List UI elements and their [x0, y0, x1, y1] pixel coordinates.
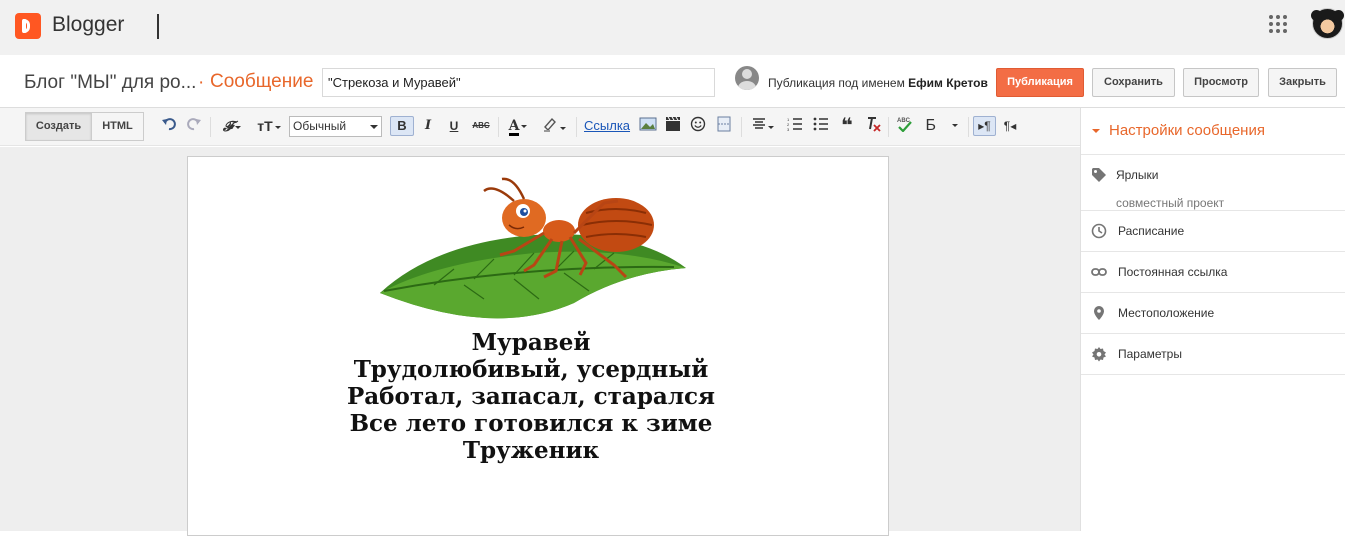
divider — [157, 14, 159, 39]
toolbar-divider — [210, 117, 211, 137]
html-mode-button[interactable]: HTML — [91, 112, 144, 141]
undo-icon[interactable] — [160, 116, 178, 136]
clear-formatting-icon[interactable] — [864, 116, 882, 136]
breadcrumb-separator: · — [198, 72, 205, 93]
publish-button[interactable]: Публикация — [996, 68, 1084, 97]
author-avatar-icon — [735, 66, 759, 90]
font-size-button[interactable]: тT — [253, 116, 285, 136]
author-name: Ефим Кретов — [908, 76, 988, 90]
ltr-direction-button[interactable]: ▸¶ — [973, 116, 996, 136]
sidebar-item-label: Ярлыки — [1116, 168, 1159, 182]
post-settings-sidebar: Настройки сообщения Ярлыки совместный пр… — [1080, 108, 1345, 531]
bold-button[interactable]: B — [390, 116, 414, 136]
insert-link-button[interactable]: Ссылка — [584, 116, 630, 136]
input-tools-label: Б — [925, 117, 937, 134]
publish-as-label: Публикация под именем — [768, 76, 905, 90]
text-color-button[interactable]: A — [504, 116, 532, 136]
location-pin-icon — [1094, 306, 1104, 320]
font-family-button[interactable]: 𝓕 — [217, 116, 247, 136]
italic-button[interactable]: I — [419, 116, 437, 136]
editor-toolbar: Создать HTML 𝓕 тT Обычный B I U ABC A Сс… — [0, 108, 1080, 146]
sidebar-item-label: Постоянная ссылка — [1118, 265, 1228, 279]
labels-value: совместный проект — [1116, 196, 1225, 210]
sidebar-item-schedule[interactable]: Расписание — [1081, 211, 1345, 252]
poem-line: Все лето готовился к зиме — [349, 410, 713, 437]
spellcheck-icon[interactable]: ABC — [895, 116, 915, 136]
top-bar: Blogger — [0, 0, 1345, 55]
sidebar-item-label: Местоположение — [1118, 306, 1215, 320]
toolbar-divider — [576, 117, 577, 137]
poem-line: Муравей — [471, 329, 591, 356]
align-center-icon — [753, 118, 765, 129]
poem-line: Труженик — [462, 437, 600, 464]
numbered-list-icon[interactable]: 123 — [786, 116, 804, 136]
toolbar-divider — [968, 117, 969, 137]
ant-on-leaf-image[interactable] — [374, 173, 692, 333]
quote-icon[interactable]: ❝ — [838, 116, 856, 136]
app-brand[interactable]: Blogger — [52, 13, 124, 37]
highlighter-icon — [544, 117, 556, 132]
text-color-icon: A — [508, 118, 520, 136]
post-settings-header[interactable]: Настройки сообщения — [1081, 108, 1345, 155]
toolbar-divider — [888, 117, 889, 137]
bulleted-list-icon[interactable] — [812, 116, 830, 136]
close-button[interactable]: Закрыть — [1268, 68, 1337, 97]
tag-icon — [1092, 168, 1106, 182]
underline-button[interactable]: U — [445, 116, 463, 136]
blogger-logo-icon[interactable] — [15, 13, 41, 39]
input-tools-button[interactable]: Б — [921, 116, 963, 136]
blog-title[interactable]: Блог "МЫ" для ро... — [24, 72, 196, 94]
insert-image-icon[interactable] — [638, 116, 658, 136]
account-avatar[interactable] — [1311, 8, 1344, 39]
post-header: Блог "МЫ" для ро... · Сообщение Публикац… — [0, 55, 1345, 108]
insert-video-icon[interactable] — [664, 116, 682, 136]
align-button[interactable] — [749, 116, 777, 136]
text-size-icon: тT — [257, 118, 273, 134]
highlight-color-button[interactable] — [538, 116, 570, 136]
poem-line: Трудолюбивый, усердный — [353, 356, 709, 383]
insert-jump-break-icon[interactable] — [715, 116, 733, 136]
insert-emoji-icon[interactable] — [689, 116, 707, 136]
breadcrumb-current: Сообщение — [210, 71, 314, 92]
rtl-direction-button[interactable]: ¶◂ — [1000, 116, 1020, 136]
link-icon — [1091, 268, 1107, 276]
clock-icon — [1091, 223, 1107, 239]
publish-as-text: Публикация под именем Ефим Кретов — [768, 76, 988, 90]
gear-icon — [1092, 347, 1106, 362]
collapse-caret-icon — [1092, 129, 1100, 137]
sidebar-item-permalink[interactable]: Постоянная ссылка — [1081, 252, 1345, 293]
redo-icon[interactable] — [185, 116, 203, 136]
sidebar-item-label: Параметры — [1118, 347, 1182, 361]
poem-line: Работал, запасал, старался — [346, 383, 716, 410]
font-icon: 𝓕 — [222, 118, 234, 134]
compose-mode-button[interactable]: Создать — [25, 112, 92, 141]
sidebar-item-label: Расписание — [1118, 224, 1185, 238]
paragraph-style-select[interactable]: Обычный — [289, 116, 382, 137]
post-body-text[interactable]: Муравей Трудолюбивый, усердный Работал, … — [188, 329, 874, 464]
post-body-editor[interactable]: Муравей Трудолюбивый, усердный Работал, … — [187, 156, 889, 536]
strikethrough-button[interactable]: ABC — [470, 116, 492, 136]
toolbar-divider — [741, 117, 742, 137]
save-button[interactable]: Сохранить — [1092, 68, 1175, 97]
svg-text:3: 3 — [787, 127, 790, 131]
toolbar-divider — [498, 117, 499, 137]
post-settings-title: Настройки сообщения — [1109, 122, 1265, 139]
post-title-input[interactable] — [322, 68, 715, 97]
apps-grid-icon[interactable] — [1269, 15, 1289, 35]
sidebar-item-options[interactable]: Параметры — [1081, 334, 1345, 375]
preview-button[interactable]: Просмотр — [1183, 68, 1259, 97]
sidebar-item-location[interactable]: Местоположение — [1081, 293, 1345, 334]
